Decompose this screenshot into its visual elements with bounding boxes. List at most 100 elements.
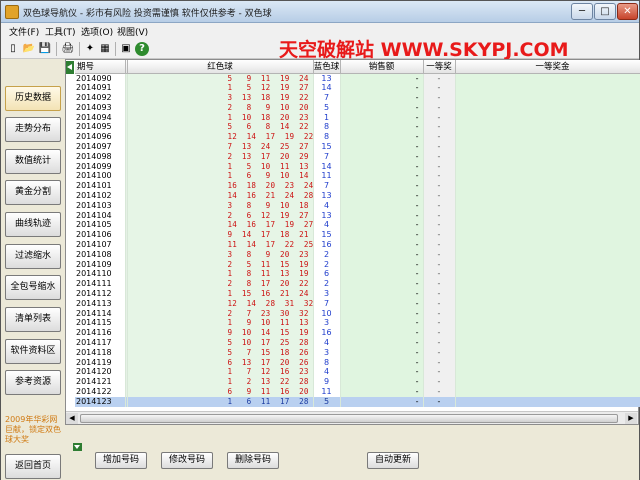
header-sales[interactable]: 销售额 [340, 60, 424, 74]
help-icon[interactable]: ? [135, 42, 149, 56]
auto-update-button[interactable]: 自动更新 [367, 452, 419, 469]
first-prize-amount-cell: - [455, 279, 640, 290]
home-button[interactable]: 返回首页 [5, 454, 61, 479]
header-blue-ball[interactable]: 蓝色球 [313, 60, 341, 74]
app-window: 双色球导航仪 - 彩市有风险 投资需谨慎 软件仅供参考 - 双色球 ─ □ ✕ … [0, 0, 640, 480]
header-period[interactable]: 期号 [75, 60, 126, 74]
menu-file[interactable]: 文件(F) [9, 25, 39, 38]
close-button[interactable]: ✕ [617, 3, 638, 20]
blue-ball-cell: 4 [313, 200, 341, 211]
blue-ball-cell: 4 [313, 338, 341, 348]
scroll-right-icon[interactable]: ▶ [625, 413, 637, 424]
table-row[interactable]: 20141231 6 11 17 28 335--- [75, 396, 640, 407]
table-row[interactable]: 20141211 2 13 22 28 309--- [75, 377, 640, 387]
first-prize-count-cell: - [423, 249, 456, 260]
minimize-button[interactable]: ─ [571, 3, 593, 20]
wand-icon[interactable]: ✦ [83, 42, 97, 56]
header-first-prize-count[interactable]: 一等奖 [423, 60, 456, 74]
table-row[interactable]: 201410214 16 21 24 28 3113--- [75, 191, 640, 201]
sales-cell: - [340, 357, 424, 368]
scrollbar-thumb[interactable] [80, 414, 618, 423]
edit-number-button[interactable]: 修改号码 [161, 452, 213, 469]
table-row[interactable]: 20141069 14 17 18 21 2515--- [75, 230, 640, 241]
red-balls-cell: 2 13 17 20 29 31 [127, 151, 314, 162]
table-row[interactable]: 20140991 5 10 11 13 3214--- [75, 161, 640, 172]
sidebar-item-golden[interactable]: 黄金分割 [5, 180, 61, 205]
sidebar-item-curve[interactable]: 曲线轨迹 [5, 212, 61, 237]
first-prize-count-cell: - [423, 83, 456, 94]
table-row[interactable]: 20140982 13 17 20 29 317--- [75, 151, 640, 162]
expand-arrow-icon[interactable] [73, 443, 82, 451]
watermark-banner: 天空破解站 WWW.SKYPJ.COM [279, 39, 569, 61]
table-row[interactable]: 20141101 8 11 13 19 306--- [75, 269, 640, 280]
table-row[interactable]: 20141083 8 9 20 23 282--- [75, 249, 640, 260]
header-red-balls[interactable]: 红色球 [127, 60, 314, 74]
table-row[interactable]: 20140932 8 9 10 20 295--- [75, 102, 640, 113]
table-row[interactable]: 20141033 8 9 10 18 334--- [75, 200, 640, 211]
table-row[interactable]: 201409612 14 17 19 22 248--- [75, 132, 640, 143]
history-table-area: 期号 红色球 蓝色球 销售额 一等奖 一等奖金 2014090 5 9 11 19… [65, 59, 640, 425]
first-prize-count-cell: - [423, 279, 456, 290]
table-row[interactable]: 20141001 6 9 10 14 1611--- [75, 171, 640, 182]
table-row[interactable]: 20141151 9 10 11 13 323--- [75, 318, 640, 329]
blue-ball-cell: 11 [313, 387, 341, 397]
table-row[interactable]: 20141185 7 15 18 26 303--- [75, 347, 640, 358]
sidebar-item-stats[interactable]: 数值统计 [5, 149, 61, 174]
horizontal-scrollbar[interactable]: ◀ ▶ [66, 411, 638, 424]
table-row[interactable]: 20140923 13 18 19 22 267--- [75, 93, 640, 103]
collapse-sidebar-arrow-icon[interactable] [66, 61, 74, 74]
maximize-button[interactable]: □ [594, 3, 616, 20]
open-folder-icon[interactable]: 📂 [22, 42, 36, 56]
table-row[interactable]: 20141169 10 14 15 19 2916--- [75, 328, 640, 339]
table-row[interactable]: 20141196 13 17 20 26 298--- [75, 357, 640, 368]
sidebar-item-history[interactable]: 历史数据 [5, 86, 61, 111]
period-cell: 2014119 [75, 357, 126, 368]
table-row[interactable]: 20141042 6 12 19 27 2813--- [75, 210, 640, 221]
table-row[interactable]: 20140977 13 24 25 27 3215--- [75, 142, 640, 152]
header-first-prize-amount[interactable]: 一等奖金 [455, 60, 640, 74]
first-prize-count-cell: - [423, 240, 456, 250]
blue-ball-cell: 9 [313, 377, 341, 387]
table-row[interactable]: 20141121 15 16 21 24 303--- [75, 289, 640, 299]
table-row[interactable]: 20141201 7 12 16 23 284--- [75, 367, 640, 378]
first-prize-amount-cell: - [455, 377, 640, 387]
table-row[interactable]: 20140905 9 11 19 24 3213--- [75, 73, 640, 84]
new-file-icon[interactable]: ▯ [6, 42, 20, 56]
sidebar-item-filter[interactable]: 过滤缩水 [5, 244, 61, 269]
save-icon[interactable]: 💾 [38, 42, 52, 56]
period-cell: 2014121 [75, 377, 126, 387]
sales-cell: - [340, 347, 424, 358]
table-row[interactable]: 20140955 6 8 14 22 318--- [75, 122, 640, 133]
sidebar-item-trend[interactable]: 走势分布 [5, 117, 61, 142]
table-row[interactable]: 20141175 10 17 25 28 294--- [75, 338, 640, 348]
sidebar-item-software-info[interactable]: 软件资料区 [5, 339, 61, 364]
window-icon[interactable]: ▣ [119, 42, 133, 56]
menu-options[interactable]: 选项(O) [81, 25, 113, 38]
table-row[interactable]: 20141142 7 23 30 32 3310--- [75, 308, 640, 319]
sidebar-item-resources[interactable]: 参考资源 [5, 370, 61, 395]
table-row[interactable]: 20141092 5 11 15 19 282--- [75, 259, 640, 270]
first-prize-count-cell: - [423, 93, 456, 103]
table-row[interactable]: 201411312 14 28 31 32 337--- [75, 298, 640, 309]
red-balls-cell: 1 5 10 11 13 32 [127, 161, 314, 172]
print-icon[interactable]: 🖨 [61, 42, 75, 56]
table-row[interactable]: 20140911 5 12 19 27 2914--- [75, 83, 640, 94]
sidebar-item-full-filter[interactable]: 全包号缩水 [5, 275, 61, 300]
red-balls-cell: 9 10 14 15 19 29 [127, 328, 314, 339]
delete-number-button[interactable]: 删除号码 [227, 452, 279, 469]
first-prize-count-cell: - [423, 387, 456, 397]
sidebar-item-list[interactable]: 清单列表 [5, 307, 61, 332]
title-bar[interactable]: 双色球导航仪 - 彩市有风险 投资需谨慎 软件仅供参考 - 双色球 ─ □ ✕ [1, 1, 639, 23]
table-row[interactable]: 20141112 8 17 20 22 282--- [75, 279, 640, 290]
menu-tools[interactable]: 工具(T) [45, 25, 76, 38]
menu-view[interactable]: 视图(V) [117, 25, 148, 38]
add-number-button[interactable]: 增加号码 [95, 452, 147, 469]
first-prize-amount-cell: - [455, 83, 640, 94]
table-row[interactable]: 20140941 10 18 20 23 291--- [75, 112, 640, 123]
table-row[interactable]: 201410514 16 17 19 27 324--- [75, 220, 640, 231]
calculator-icon[interactable]: ▦ [98, 42, 112, 56]
table-row[interactable]: 20141226 9 11 16 20 2911--- [75, 387, 640, 397]
table-row[interactable]: 201410116 18 20 23 24 327--- [75, 181, 640, 192]
table-row[interactable]: 201410711 14 17 22 25 2716--- [75, 240, 640, 250]
scroll-left-icon[interactable]: ◀ [66, 413, 78, 424]
